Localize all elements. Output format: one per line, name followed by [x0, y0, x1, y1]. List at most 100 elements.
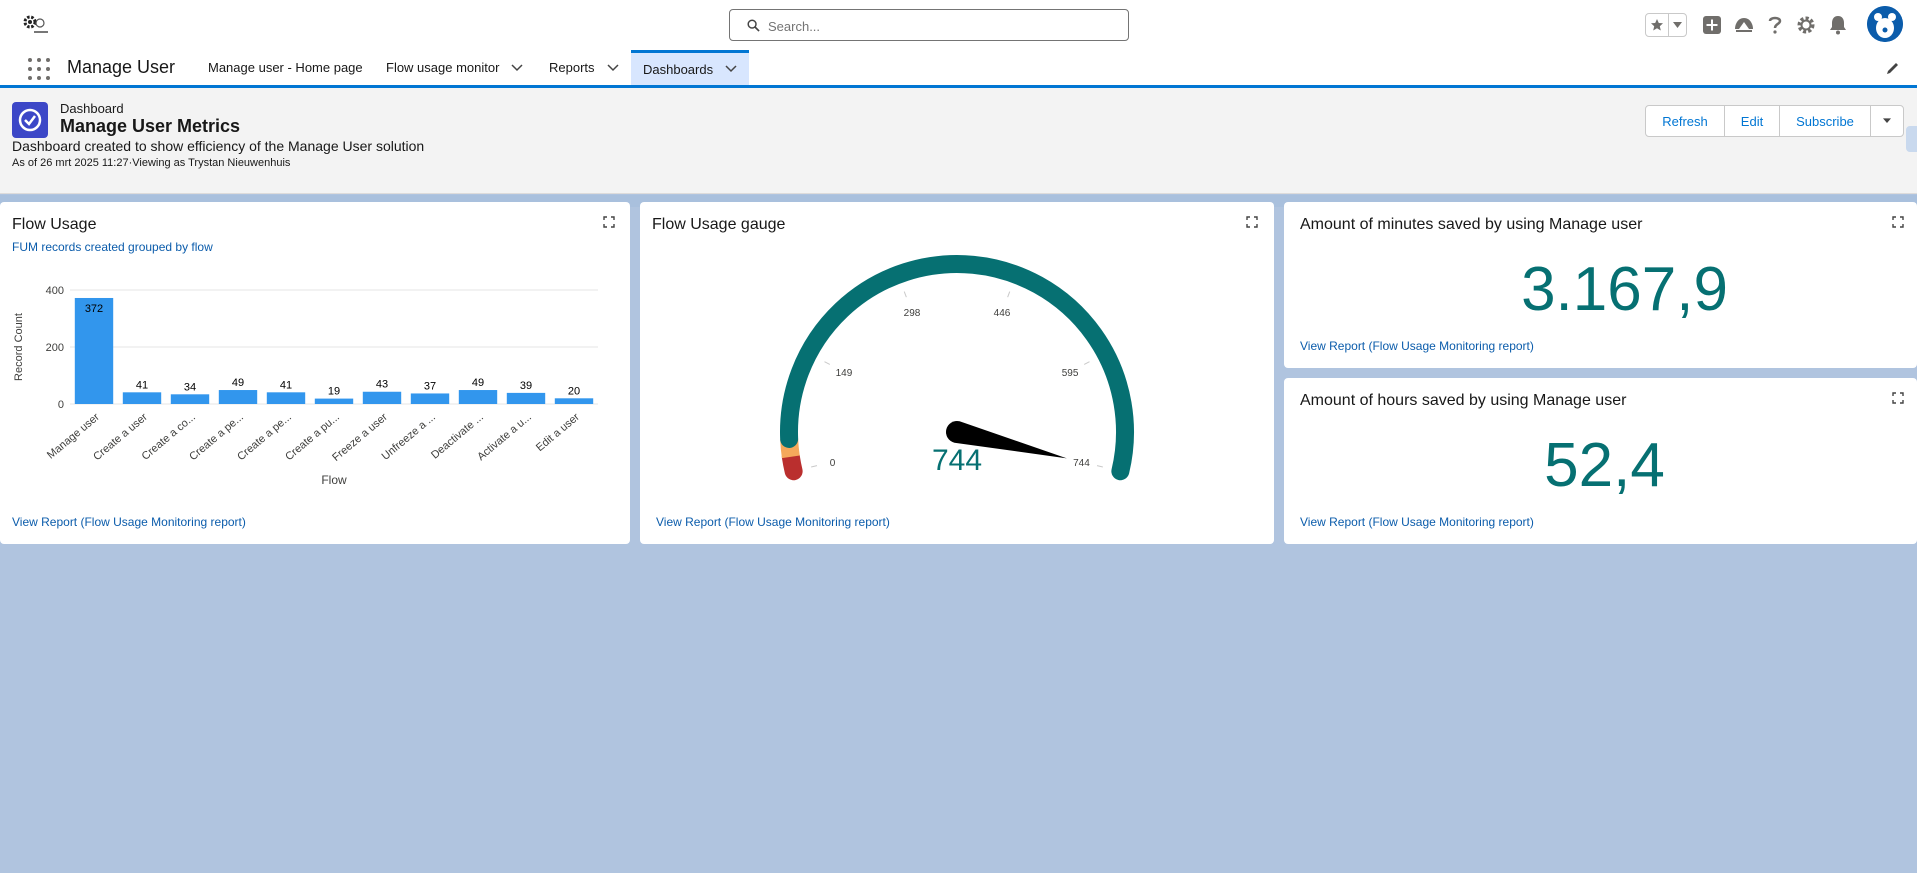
- bar: [314, 398, 354, 404]
- chevron-down-icon[interactable]: [607, 63, 619, 72]
- gauge-tick-label: 595: [1062, 368, 1079, 379]
- bar: [506, 392, 546, 404]
- tab-manage-user-home[interactable]: Manage user - Home page: [208, 50, 363, 85]
- trailhead-icon[interactable]: [1733, 14, 1755, 36]
- bar: [410, 393, 450, 404]
- y-axis-label: Record Count: [13, 313, 25, 381]
- gauge-tick: [824, 361, 831, 365]
- data-label: 41: [136, 379, 148, 391]
- data-label: 39: [520, 380, 532, 392]
- widget-title: Flow Usage: [12, 216, 97, 233]
- setup-gear-icon[interactable]: [1795, 14, 1817, 36]
- chevron-down-icon: [1883, 118, 1891, 123]
- tab-label: Flow usage monitor: [386, 60, 500, 75]
- widget-subtitle[interactable]: FUM records created grouped by flow: [12, 240, 213, 254]
- avatar[interactable]: [1867, 6, 1903, 42]
- data-label: 49: [472, 377, 484, 389]
- metric-value: 52,4: [1544, 431, 1665, 500]
- page-title: Manage User Metrics: [60, 116, 241, 136]
- widget-title: Amount of minutes saved by using Manage …: [1300, 216, 1643, 233]
- gauge-tick-label: 298: [904, 308, 921, 319]
- bell-icon[interactable]: [1827, 14, 1849, 36]
- dashboard-header: Dashboard Manage User Metrics Dashboard …: [0, 88, 1917, 194]
- search-icon: [747, 19, 760, 32]
- side-panel-toggle[interactable]: [1906, 126, 1917, 152]
- x-axis-label: Flow: [321, 473, 347, 487]
- widget-minutes-saved[interactable]: Amount of minutes saved by using Manage …: [1284, 202, 1917, 368]
- dashboard-description: Dashboard created to show efficiency of …: [12, 138, 425, 154]
- gauge-tick-label: 744: [1073, 458, 1090, 469]
- view-report-link[interactable]: View Report (Flow Usage Monitoring repor…: [1300, 339, 1534, 353]
- tab-reports[interactable]: Reports: [549, 50, 619, 85]
- gauge-tick: [1083, 361, 1090, 365]
- view-report-link[interactable]: View Report (Flow Usage Monitoring repor…: [12, 515, 246, 529]
- favorites-group: [1645, 13, 1687, 37]
- widget-flow-usage-gauge[interactable]: Flow Usage gauge 0 149 298 446 595 744 744 Vie…: [640, 202, 1274, 544]
- edit-button[interactable]: Edit: [1725, 106, 1780, 136]
- global-search-input[interactable]: Search...: [729, 9, 1129, 41]
- bar: [458, 390, 498, 404]
- metric-value: 3.167,9: [1521, 255, 1728, 324]
- app-name: Manage User: [67, 57, 176, 77]
- widget-title: Amount of hours saved by using Manage us…: [1300, 392, 1627, 409]
- app-nav-bar: Manage User Manage user - Home page Flow…: [0, 50, 1917, 88]
- plus-icon[interactable]: [1701, 14, 1723, 36]
- app-launcher-icon[interactable]: [28, 58, 50, 80]
- bar-chart: 0200400Record Count372Manage user41Creat…: [13, 285, 598, 487]
- widget-flow-usage[interactable]: Flow Usage FUM records created grouped b…: [0, 202, 630, 544]
- data-label: 37: [424, 380, 436, 392]
- data-label: 34: [184, 381, 196, 393]
- edit-nav-pencil-icon[interactable]: [1886, 61, 1900, 80]
- tab-flow-usage-monitor[interactable]: Flow usage monitor: [386, 50, 523, 85]
- bar: [554, 398, 594, 404]
- data-label: 49: [232, 377, 244, 389]
- bar: [266, 392, 306, 404]
- tab-label: Manage user - Home page: [208, 60, 363, 75]
- expand-icon[interactable]: [603, 216, 615, 228]
- expand-icon[interactable]: [1892, 392, 1904, 404]
- data-label: 20: [568, 385, 580, 397]
- dashboard-eyebrow: Dashboard: [60, 101, 124, 116]
- gauge-tick-label: 0: [830, 458, 836, 469]
- refresh-button[interactable]: Refresh: [1646, 106, 1725, 136]
- y-tick-label: 400: [46, 285, 64, 297]
- bar: [122, 392, 162, 404]
- tab-label: Dashboards: [643, 61, 714, 77]
- expand-icon[interactable]: [1892, 216, 1904, 228]
- y-tick-label: 200: [46, 342, 64, 354]
- widget-title: Flow Usage gauge: [652, 216, 786, 233]
- gauge-tick-label: 149: [836, 368, 853, 379]
- subscribe-button[interactable]: Subscribe: [1780, 106, 1871, 136]
- gauge-chart: 0 149 298 446 595 744 744: [780, 255, 1134, 481]
- more-actions-button[interactable]: [1871, 106, 1903, 136]
- chevron-down-icon[interactable]: [1669, 14, 1686, 36]
- star-icon[interactable]: [1646, 14, 1670, 36]
- search-placeholder: Search...: [768, 19, 821, 34]
- view-report-link[interactable]: View Report (Flow Usage Monitoring repor…: [1300, 515, 1534, 529]
- gauge-tick: [903, 291, 907, 298]
- global-header: Search...: [0, 0, 1917, 50]
- view-report-link[interactable]: View Report (Flow Usage Monitoring repor…: [656, 515, 890, 529]
- chevron-down-icon[interactable]: [725, 65, 737, 73]
- chevron-down-icon[interactable]: [511, 63, 523, 72]
- bar: [218, 390, 258, 404]
- y-tick-label: 0: [58, 399, 64, 411]
- data-label: 41: [280, 379, 292, 391]
- bar: [170, 394, 210, 404]
- data-label: 372: [85, 303, 103, 315]
- expand-icon[interactable]: [1246, 216, 1258, 228]
- org-logo-icon[interactable]: [20, 11, 52, 37]
- gauge-tick: [811, 465, 818, 468]
- dashboard-timestamp: As of 26 mrt 2025 11:27·Viewing as Tryst…: [12, 157, 291, 169]
- tab-dashboards[interactable]: Dashboards: [631, 50, 749, 85]
- bar: [362, 391, 402, 404]
- data-label: 43: [376, 379, 388, 391]
- gauge-value: 744: [932, 444, 982, 477]
- gauge-tick: [1007, 291, 1011, 298]
- gauge-tick: [1096, 465, 1103, 468]
- widget-hours-saved[interactable]: Amount of hours saved by using Manage us…: [1284, 378, 1917, 544]
- gauge-band: [781, 447, 803, 481]
- data-label: 19: [328, 386, 340, 398]
- help-icon[interactable]: [1764, 14, 1786, 36]
- dashboard-icon: [12, 102, 48, 138]
